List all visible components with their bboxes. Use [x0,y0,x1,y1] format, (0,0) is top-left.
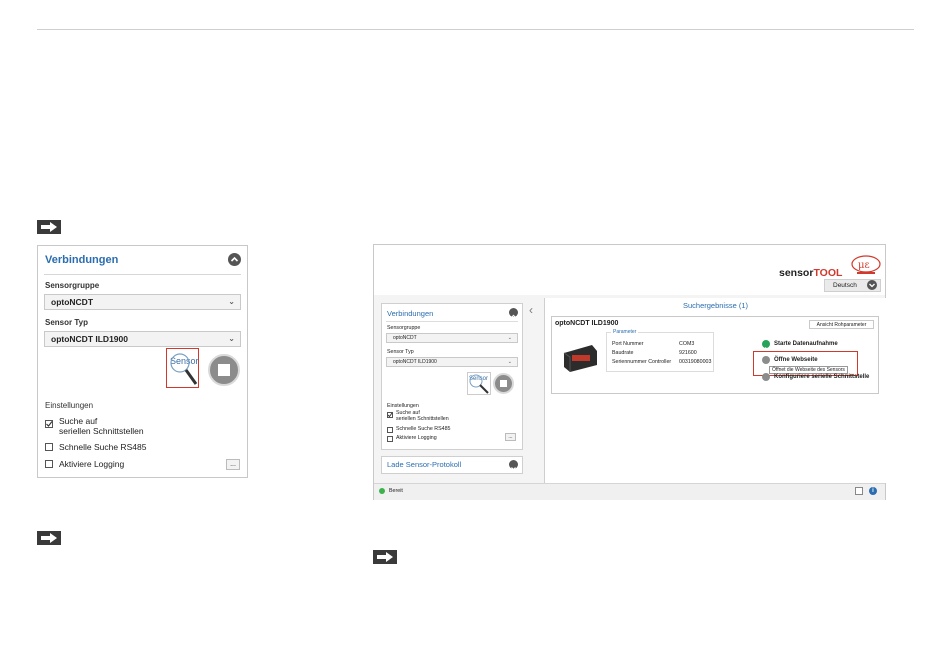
sensortype-label: Sensor Typ [45,318,88,327]
checkbox-serial-search[interactable] [387,412,393,418]
sensortype-select[interactable]: optoNCDT ILD1900 ⌄ [44,331,241,347]
checkbox-label: Schnelle Suche RS485 [59,442,147,452]
inner-connections-panel: Verbindungen Sensorgruppe optoNCDT ⌄ Sens… [381,303,523,435]
start-data-acquisition-link[interactable]: Starte Datenaufnahme [774,341,838,347]
arrow-right-icon [37,220,61,234]
info-icon[interactable]: i [869,487,877,495]
status-text: Bereit [389,488,403,494]
brand-logo-text: sensorTOOL [779,267,843,279]
sensorgroup-label: Sensorgruppe [45,281,100,290]
logging-more-button[interactable]: ... [505,433,516,441]
status-bar: Bereit i [374,483,885,500]
arrow-right-icon [37,531,61,545]
connections-panel: Verbindungen Sensorgruppe optoNCDT ⌄ Sen… [37,245,248,478]
checkbox-label: Schnelle Suche RS485 [396,426,451,432]
sensor-device-image [562,343,598,373]
param-key: Port Nummer [612,341,644,347]
raw-params-button[interactable]: Ansicht Rohparameter [809,320,874,329]
collapse-chevron-up-icon[interactable] [228,253,241,266]
settings-label: Einstellungen [45,401,94,410]
checkbox-label: Aktiviere Logging [59,459,125,469]
stop-button[interactable] [208,354,240,386]
checkbox-fast-rs485[interactable] [45,443,53,451]
top-rule [37,29,914,30]
search-results-area: Suchergebnisse (1) optoNCDT ILD1900 Ansi… [544,298,886,483]
checkbox-label: Suche auf seriellen Schnittstellen [396,410,449,422]
logging-more-button[interactable]: ... [226,459,240,470]
chevron-down-icon: ⌄ [507,359,512,365]
sensortype-value: optoNCDT ILD1900 [51,334,128,344]
tooltip: Öffnet die Webseite des Sensors [769,366,848,374]
sensorgroup-select[interactable]: optoNCDT ⌄ [386,333,518,343]
checkbox-label: Suche auf seriellen Schnittstellen [59,416,144,436]
checkbox-logging[interactable] [387,436,393,442]
param-value: COM3 [679,341,695,347]
checkbox-label: Aktiviere Logging [396,435,437,441]
divider [44,274,241,275]
open-website-link[interactable]: Öffne Webseite [774,357,818,363]
param-value: 00319080003 [679,359,712,365]
globe-icon[interactable] [762,356,770,364]
sensor-name: optoNCDT ILD1900 [555,320,619,327]
sensortype-select[interactable]: optoNCDT ILD1900 ⌄ [386,357,518,367]
sensorgroup-value: optoNCDT [51,297,94,307]
arrow-right-icon [373,550,397,564]
search-sensor-button[interactable]: Sensor [166,348,199,388]
configure-serial-link[interactable]: Konfiguriere serielle Schnittstelle [774,374,869,380]
play-icon[interactable] [762,340,770,351]
language-value: Deutsch [833,282,857,289]
parameter-group-label: Parameter [611,329,639,335]
sensortool-window: sensorTOOL με Deutsch Verbindungen Senso… [373,244,886,500]
checkbox-serial-search[interactable] [45,420,53,428]
panel-title: Verbindungen [387,309,434,318]
micro-epsilon-logo-icon: με [851,255,881,275]
load-sensor-protocol-label: Lade Sensor-Protokoll [387,460,462,469]
sensortype-label: Sensor Typ [387,349,414,355]
parameter-group: Parameter Port Nummer COM3 Baudrate 9216… [606,329,714,372]
language-select[interactable]: Deutsch [824,279,881,292]
stop-icon [218,364,230,376]
chevron-down-icon: ⌄ [228,297,235,306]
collapse-chevron-up-icon[interactable] [509,308,518,318]
window-icon[interactable] [855,487,863,495]
status-dot-icon [379,488,385,494]
sensorgroup-select[interactable]: optoNCDT ⌄ [44,294,241,310]
expand-chevron-down-icon[interactable] [509,460,518,471]
sensortype-value: optoNCDT ILD1900 [393,359,437,365]
checkbox-logging[interactable] [45,460,53,468]
chevron-down-icon: ⌄ [228,334,235,343]
inner-panel-footer: Aktiviere Logging ... [381,433,523,450]
settings-label: Einstellungen [387,403,419,409]
magnifier-icon [469,374,489,394]
chevron-down-icon: ⌄ [507,335,512,341]
sensorgroup-value: optoNCDT [393,335,417,341]
sensor-result-card: optoNCDT ILD1900 Ansicht Rohparameter Pa… [551,316,879,394]
magnifier-icon [170,353,198,385]
chevron-left-icon[interactable]: ‹ [529,303,533,317]
window-header: sensorTOOL με Deutsch [374,245,885,295]
search-sensor-button[interactable]: Sensor [467,372,491,395]
panel-title: Verbindungen [45,254,119,266]
divider [386,321,518,322]
svg-text:με: με [858,260,870,271]
stop-button[interactable] [493,373,514,394]
search-results-title: Suchergebnisse (1) [682,301,749,310]
chevron-down-icon [867,280,877,290]
param-value: 921600 [679,350,697,356]
param-key: Seriennummer Controller [612,359,672,365]
stop-icon [500,380,507,387]
param-key: Baudrate [612,350,634,356]
gear-icon[interactable] [762,373,770,381]
load-sensor-protocol-panel[interactable]: Lade Sensor-Protokoll [381,456,523,474]
sensorgroup-label: Sensorgruppe [387,325,421,331]
